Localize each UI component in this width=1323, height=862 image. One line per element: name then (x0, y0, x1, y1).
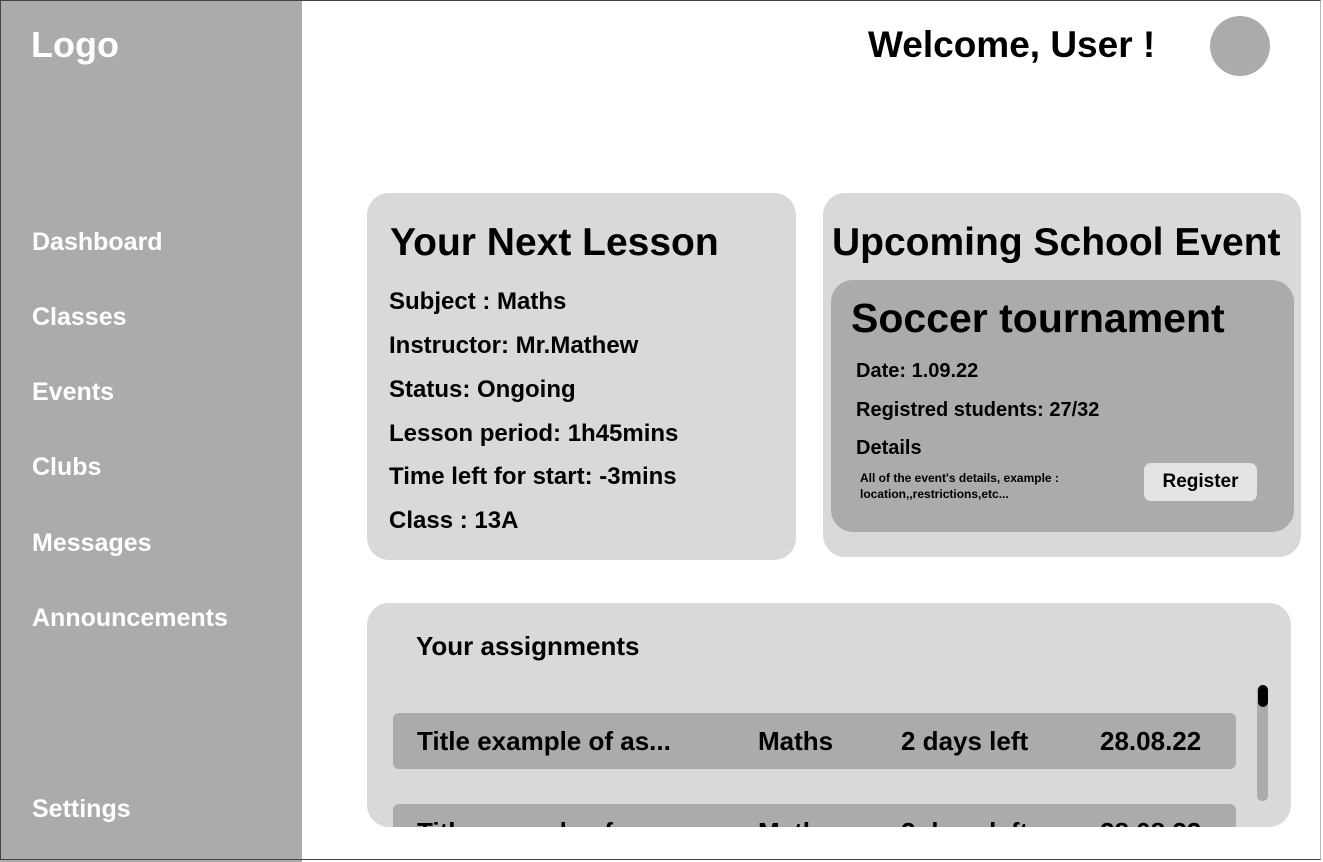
upcoming-event-title: Upcoming School Event (832, 221, 1281, 264)
assignment-time-left: 2 days left (901, 726, 1029, 756)
sidebar-item-settings[interactable]: Settings (32, 795, 131, 824)
lesson-class: Class : 13A (389, 507, 519, 534)
assignment-row[interactable]: Title example of as... Maths 2 days left… (393, 713, 1236, 769)
assignment-date: 28.08.22 (1100, 817, 1201, 827)
sidebar-item-events[interactable]: Events (32, 378, 114, 407)
next-lesson-card: Your Next Lesson Subject : Maths Instruc… (367, 193, 796, 560)
event-registered-count: Registred students: 27/32 (856, 399, 1100, 421)
upcoming-event-card: Upcoming School Event Soccer tournament … (823, 193, 1301, 557)
event-details-text: All of the event's details, example : lo… (860, 471, 1059, 501)
sidebar-item-messages[interactable]: Messages (32, 529, 152, 558)
assignment-title: Title example of as... (417, 726, 671, 756)
sidebar-item-clubs[interactable]: Clubs (32, 453, 101, 482)
event-details-label: Details (856, 437, 922, 459)
assignment-subject: Maths (758, 726, 834, 756)
sidebar-item-classes[interactable]: Classes (32, 303, 127, 332)
event-name: Soccer tournament (851, 295, 1225, 341)
assignment-subject: Maths (758, 817, 833, 827)
sidebar: Logo Dashboard Classes Events Clubs Mess… (0, 0, 302, 862)
scrollbar-thumb[interactable] (1258, 685, 1268, 707)
lesson-instructor: Instructor: Mr.Mathew (389, 332, 639, 359)
lesson-status: Status: Ongoing (389, 376, 576, 403)
event-details-panel: Soccer tournament Date: 1.09.22 Registre… (831, 280, 1294, 532)
assignment-row[interactable]: Title example of as... Maths 2 days left… (393, 804, 1236, 827)
next-lesson-title: Your Next Lesson (390, 221, 719, 264)
lesson-subject: Subject : Maths (389, 288, 567, 315)
lesson-time-left: Time left for start: -3mins (389, 463, 677, 490)
sidebar-item-dashboard[interactable]: Dashboard (32, 228, 163, 257)
assignment-time-left: 2 days left (901, 817, 1028, 827)
avatar[interactable] (1210, 16, 1270, 76)
assignments-title: Your assignments (416, 631, 640, 661)
welcome-heading: Welcome, User ! (868, 24, 1156, 65)
logo: Logo (31, 24, 119, 65)
assignment-date: 28.08.22 (1100, 726, 1202, 756)
assignment-title: Title example of as... (417, 817, 671, 827)
register-button[interactable]: Register (1144, 463, 1257, 501)
lesson-period: Lesson period: 1h45mins (389, 420, 679, 447)
event-date: Date: 1.09.22 (856, 360, 979, 382)
assignments-card: Your assignments Title example of as... … (367, 603, 1291, 827)
sidebar-item-announcements[interactable]: Announcements (32, 604, 228, 633)
